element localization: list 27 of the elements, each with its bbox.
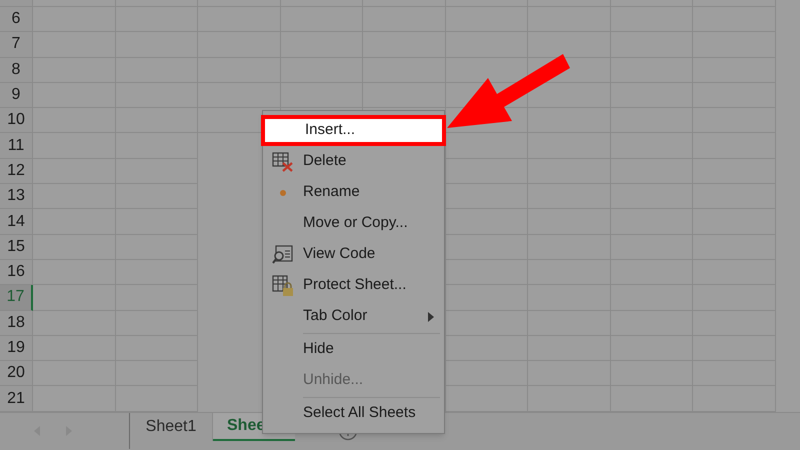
row-header[interactable]: 11 <box>0 133 33 159</box>
row-header[interactable]: 15 <box>0 234 33 260</box>
row-header[interactable]: 10 <box>0 108 33 134</box>
row-header[interactable]: 13 <box>0 184 33 210</box>
menu-item[interactable]: View Code <box>263 239 444 270</box>
row-header[interactable]: 16 <box>0 260 33 286</box>
delete-sheet-icon <box>272 152 294 172</box>
menu-item[interactable]: Hide <box>263 334 444 365</box>
protect-sheet-icon <box>272 274 294 296</box>
row-header[interactable]: 6 <box>0 7 33 32</box>
menu-item[interactable]: Insert... <box>261 115 446 146</box>
menu-item[interactable]: Move or Copy... <box>263 208 444 239</box>
row-header[interactable]: 9 <box>0 82 33 108</box>
row-header[interactable]: 18 <box>0 310 33 336</box>
view-code-icon <box>272 244 294 264</box>
row-header[interactable]: 21 <box>0 386 33 412</box>
row-header[interactable]: 20 <box>0 361 33 386</box>
row-header[interactable]: 19 <box>0 336 33 362</box>
row-header[interactable]: 14 <box>0 209 33 235</box>
row-header[interactable]: 12 <box>0 158 33 184</box>
row-header[interactable]: 7 <box>0 32 33 58</box>
menu-item[interactable]: Protect Sheet... <box>263 270 444 301</box>
menu-item[interactable]: Delete <box>263 146 444 177</box>
row-header[interactable]: 8 <box>0 58 33 83</box>
submenu-arrow-icon <box>428 312 434 322</box>
menu-item[interactable]: Tab Color <box>263 301 444 332</box>
menu-item[interactable]: Rename <box>263 177 444 208</box>
